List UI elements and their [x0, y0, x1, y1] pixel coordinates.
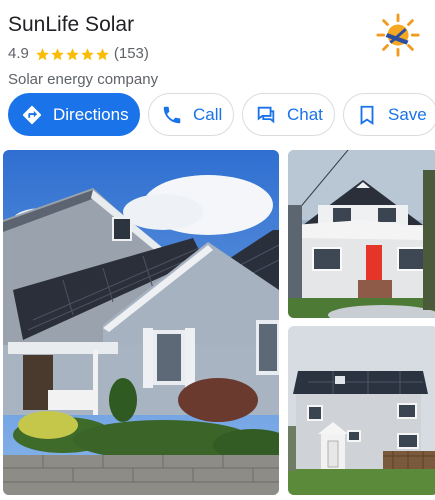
star-icon — [51, 47, 64, 60]
star-icon — [66, 47, 79, 60]
star-rating — [35, 47, 110, 62]
rating-value: 4.9 — [8, 45, 29, 62]
house-photo-red-door[interactable] — [288, 150, 435, 318]
star-icon — [96, 47, 109, 60]
chat-bubble-icon — [255, 104, 277, 126]
chat-button[interactable]: Chat — [242, 93, 335, 136]
action-bar: Directions Call Chat Save — [8, 93, 435, 136]
review-count[interactable]: (153) — [114, 44, 149, 64]
star-icon — [36, 47, 49, 60]
sun-logo-icon — [376, 13, 420, 57]
house-photo-back[interactable] — [288, 326, 435, 495]
house-photo-main[interactable] — [3, 150, 279, 495]
rating-row[interactable]: 4.9 (153) — [8, 44, 368, 64]
call-label: Call — [193, 104, 223, 124]
directions-label: Directions — [53, 104, 129, 124]
directions-diamond-icon — [21, 104, 43, 126]
save-label: Save — [388, 104, 427, 124]
call-button[interactable]: Call — [148, 93, 234, 136]
chat-label: Chat — [287, 104, 323, 124]
star-icon — [81, 47, 94, 60]
bookmark-icon — [356, 104, 378, 126]
business-name: SunLife Solar — [8, 13, 135, 36]
phone-icon — [161, 104, 183, 126]
business-category: Solar energy company — [8, 71, 159, 88]
directions-button[interactable]: Directions — [8, 93, 140, 136]
save-button[interactable]: Save — [343, 93, 435, 136]
business-header: SunLife Solar 4.9 (153) Solar energy com… — [8, 12, 368, 90]
